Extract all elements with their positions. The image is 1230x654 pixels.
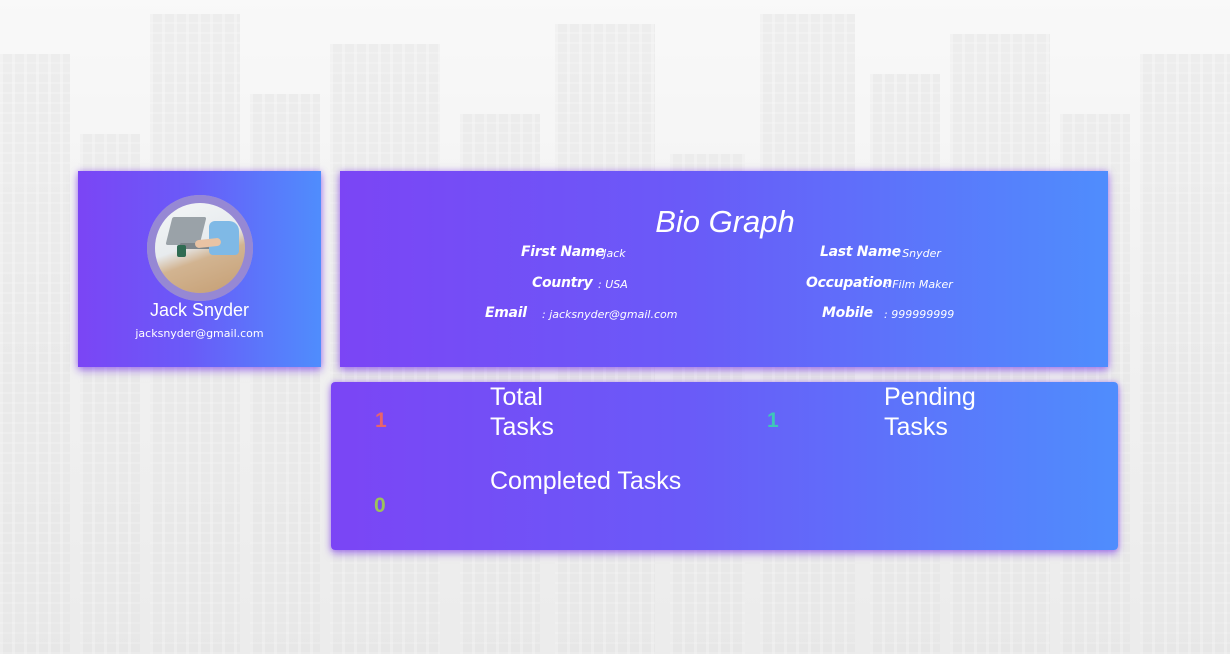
profile-name: Jack Snyder (149, 300, 250, 320)
bio-graph-card: Bio Graph First Name : Jack Last Name : … (340, 171, 1108, 367)
total-tasks-count: 1 (375, 409, 387, 432)
occupation-label: Occupation (806, 275, 893, 291)
country-label: Country (532, 275, 593, 291)
last-name-value: : Snyder (895, 247, 941, 260)
tasks-card: 1 Total Tasks 1 Pending Tasks 0 Complete… (331, 382, 1118, 550)
pending-tasks-label-line1: Pending (884, 383, 976, 411)
pending-tasks-count: 1 (767, 409, 779, 432)
profile-email: jacksnyder@gmail.com (135, 327, 264, 340)
avatar (155, 203, 245, 293)
profile-card: Jack Snyder jacksnyder@gmail.com (78, 171, 321, 367)
occupation-value: : Film Maker (885, 278, 953, 291)
last-name-label: Last Name (820, 244, 901, 260)
bio-graph-title: Bio Graph (655, 204, 795, 239)
mobile-value: : 999999999 (884, 308, 955, 321)
first-name-label: First Name (521, 244, 605, 260)
email-value: : jacksnyder@gmail.com (542, 308, 678, 321)
completed-tasks-count: 0 (374, 494, 386, 517)
total-tasks-label: Total Tasks (490, 382, 554, 442)
completed-tasks-label: Completed Tasks (490, 467, 682, 495)
first-name-value: : Jack (596, 247, 626, 260)
total-tasks-label-line2: Tasks (490, 413, 554, 441)
total-tasks-label-line1: Total (490, 383, 543, 411)
mobile-label: Mobile (822, 305, 873, 321)
country-value: : USA (598, 278, 628, 291)
pending-tasks-label-line2: Tasks (884, 413, 948, 441)
pending-tasks-label: Pending Tasks (884, 382, 976, 442)
avatar-ring (147, 195, 253, 301)
email-label: Email (485, 305, 527, 321)
